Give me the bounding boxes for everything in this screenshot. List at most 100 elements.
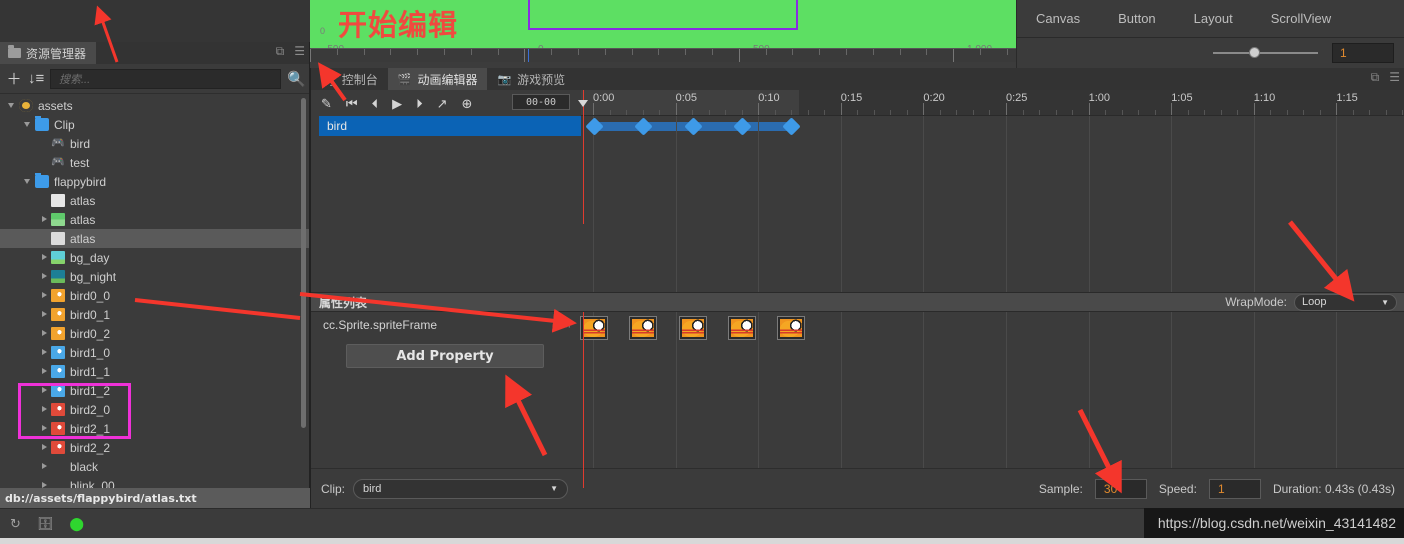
tree-item-atlas[interactable]: atlas <box>0 191 309 210</box>
spriteframe-thumbnail[interactable] <box>629 316 658 340</box>
open-external-button[interactable]: ↗ <box>437 97 448 110</box>
chevron-right-icon[interactable] <box>40 405 49 414</box>
playhead-line-bottom[interactable] <box>583 312 584 488</box>
jump-start-button[interactable]: ⏮ <box>346 97 358 110</box>
chevron-right-icon[interactable] <box>40 367 49 376</box>
tab-scrollview[interactable]: ScrollView <box>1259 11 1343 26</box>
chevron-right-icon[interactable] <box>40 253 49 262</box>
tree-item-label: bird1_1 <box>70 364 111 379</box>
sample-input[interactable]: 30 <box>1094 478 1147 499</box>
playhead-line-top[interactable] <box>583 90 584 224</box>
tree-item-blink_00[interactable]: blink_00 <box>0 476 309 488</box>
track-row-bird[interactable]: bird <box>319 116 581 136</box>
tree-item-clip[interactable]: Clip <box>0 115 309 134</box>
tree-item-bird0_0[interactable]: bird0_0 <box>0 286 309 305</box>
asset-tree-scrollbar[interactable] <box>301 98 306 428</box>
chevron-right-icon[interactable] <box>40 291 49 300</box>
chevron-right-icon[interactable] <box>40 215 49 224</box>
tab-canvas[interactable]: Canvas <box>1024 11 1092 26</box>
tree-item-assets[interactable]: assets <box>0 96 309 115</box>
keyframe-marker[interactable] <box>634 117 653 136</box>
asset-tree[interactable]: assets Clip 🎮 bird 🎮 test flappybird atlas atlas… <box>0 94 309 488</box>
chevron-right-icon[interactable] <box>40 481 49 488</box>
tree-item-bird0_2[interactable]: bird0_2 <box>0 324 309 343</box>
property-row-menu-icon[interactable]: ⋯ <box>561 322 571 333</box>
add-keyframe-button[interactable]: ⊕ <box>462 97 473 110</box>
popout-icon[interactable]: ⧉ <box>276 45 285 57</box>
property-keyframe-grid[interactable] <box>580 312 1404 468</box>
zoom-slider-knob[interactable] <box>1249 47 1260 58</box>
tree-item-bird[interactable]: 🎮 bird <box>0 134 309 153</box>
speed-input[interactable]: 1 <box>1208 478 1261 499</box>
tree-item-bird1_1[interactable]: bird1_1 <box>0 362 309 381</box>
tab-asset-manager[interactable]: 资源管理器 <box>0 42 97 64</box>
chevron-right-icon[interactable] <box>40 462 49 471</box>
spriteframe-thumbnail[interactable] <box>678 316 707 340</box>
playhead-handle[interactable] <box>578 100 588 107</box>
refresh-icon[interactable]: ↻ <box>10 516 21 532</box>
ruler-tick-minor <box>1039 110 1041 115</box>
search-icon[interactable]: 🔍 <box>287 70 306 88</box>
tree-item-bg_night[interactable]: bg_night <box>0 267 309 286</box>
keyframe-marker[interactable] <box>585 117 604 136</box>
tree-item-black[interactable]: black <box>0 457 309 476</box>
tab-console[interactable]: >_ 控制台 <box>311 68 388 90</box>
keyframe-marker[interactable] <box>733 117 752 136</box>
popout-icon[interactable]: ⧉ <box>1371 71 1380 83</box>
tree-item-atlas[interactable]: atlas <box>0 210 309 229</box>
tree-item-bg_day[interactable]: bg_day <box>0 248 309 267</box>
hamburger-icon[interactable]: ☰ <box>294 45 305 57</box>
chevron-down-icon[interactable] <box>8 101 17 110</box>
tree-item-atlas[interactable]: atlas <box>0 229 309 248</box>
property-row-spriteframe-label[interactable]: cc.Sprite.spriteFrame <box>323 318 437 332</box>
zoom-value-field[interactable]: 1 <box>1332 43 1394 63</box>
timecode-field[interactable]: 00-00 <box>512 94 570 110</box>
tree-item-bird1_0[interactable]: bird1_0 <box>0 343 309 362</box>
clip-select[interactable]: bird ▼ <box>353 478 569 499</box>
chevron-right-icon[interactable] <box>40 272 49 281</box>
tree-item-bird2_1[interactable]: bird2_1 <box>0 419 309 438</box>
timeline-ruler[interactable]: 0:00 0:05 0:10 0:15 0:20 0:25 1:00 1:05 1:10 1:15 <box>581 90 1404 116</box>
tree-item-bird1_2[interactable]: bird1_2 <box>0 381 309 400</box>
database-icon[interactable]: 🗄 <box>37 516 54 532</box>
tree-item-test[interactable]: 🎮 test <box>0 153 309 172</box>
next-frame-button[interactable]: ⏵ <box>416 97 423 110</box>
chevron-right-icon[interactable] <box>40 443 49 452</box>
spriteframe-thumbnail[interactable] <box>580 316 608 340</box>
clip-label: Clip: <box>321 481 346 496</box>
keyframe-marker[interactable] <box>782 117 801 136</box>
chevron-right-icon[interactable] <box>40 329 49 338</box>
bird-b-icon <box>51 346 65 359</box>
scene-selection-rect[interactable] <box>528 0 798 30</box>
tree-item-bird2_0[interactable]: bird2_0 <box>0 400 309 419</box>
chevron-right-icon[interactable] <box>40 310 49 319</box>
add-property-button[interactable]: Add Property <box>346 344 544 368</box>
keyframe-marker[interactable] <box>683 117 703 136</box>
edit-mode-button[interactable]: ✎ <box>321 97 332 110</box>
chevron-down-icon[interactable] <box>24 120 33 129</box>
tab-layout[interactable]: Layout <box>1182 11 1245 26</box>
timeline-grid[interactable] <box>581 116 1404 292</box>
wrapmode-select[interactable]: Loop ▼ <box>1294 293 1397 311</box>
scene-canvas[interactable]: 0 开始编辑 <box>310 0 1016 44</box>
plus-icon[interactable]: ＋ <box>6 68 22 89</box>
spriteframe-thumbnail[interactable] <box>777 316 806 340</box>
tab-game-preview[interactable]: 📷 游戏预览 <box>487 68 575 90</box>
hamburger-icon[interactable]: ☰ <box>1389 71 1400 83</box>
tree-item-bird0_1[interactable]: bird0_1 <box>0 305 309 324</box>
ruler-tick-minor <box>741 110 743 115</box>
play-button[interactable]: ▶ <box>392 97 402 110</box>
tab-animation-editor[interactable]: 🎬 动画编辑器 <box>387 68 488 90</box>
tree-item-flappybird[interactable]: flappybird <box>0 172 309 191</box>
tree-item-bird2_2[interactable]: bird2_2 <box>0 438 309 457</box>
chevron-right-icon[interactable] <box>40 348 49 357</box>
tab-button[interactable]: Button <box>1106 11 1168 26</box>
search-input[interactable]: 搜索... <box>50 68 281 89</box>
spriteframe-thumbnail[interactable] <box>727 316 756 340</box>
sort-icon[interactable]: ↓≡ <box>28 70 44 87</box>
chevron-down-icon[interactable] <box>24 177 33 186</box>
chevron-right-icon[interactable] <box>40 386 49 395</box>
prev-frame-button[interactable]: ⏴ <box>372 97 379 110</box>
zoom-slider[interactable] <box>1213 47 1318 58</box>
chevron-right-icon[interactable] <box>40 424 49 433</box>
